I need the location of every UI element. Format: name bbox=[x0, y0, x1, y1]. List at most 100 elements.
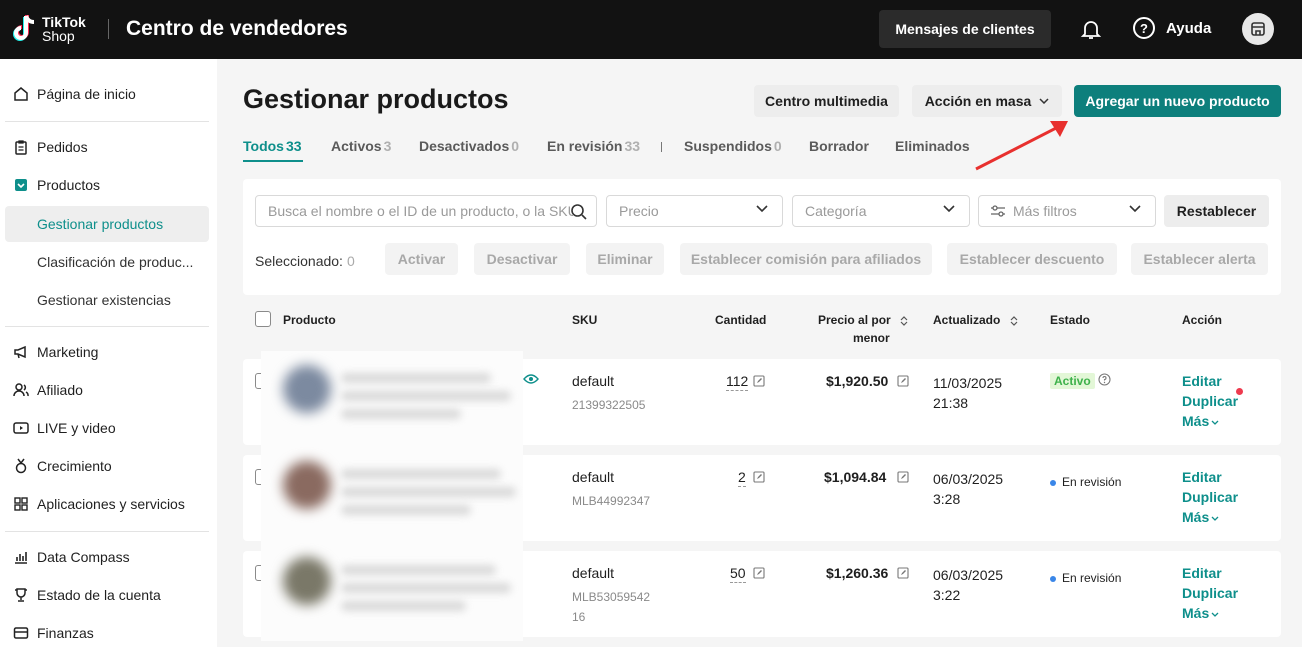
video-icon bbox=[13, 420, 29, 436]
sort-icon bbox=[900, 315, 908, 326]
status-dot bbox=[1050, 576, 1056, 582]
more-actions-link[interactable]: Más bbox=[1182, 509, 1219, 525]
chevron-down-icon bbox=[1129, 205, 1141, 213]
select-all-checkbox[interactable] bbox=[255, 311, 271, 327]
home-icon bbox=[13, 86, 29, 102]
tab-in-review[interactable]: En revisión 33 bbox=[547, 138, 640, 154]
col-retail-price[interactable]: Precio al por menor bbox=[818, 311, 908, 347]
sidebar-item-products[interactable]: Productos bbox=[5, 167, 209, 203]
reset-button[interactable]: Restablecer bbox=[1164, 195, 1269, 227]
delete-button[interactable]: Eliminar bbox=[586, 243, 664, 275]
bulk-action-label: Acción en masa bbox=[924, 93, 1032, 109]
price-filter-select[interactable]: Precio bbox=[606, 195, 783, 227]
sidebar-item-affiliate[interactable]: Afiliado bbox=[5, 372, 209, 408]
megaphone-icon bbox=[13, 344, 29, 360]
sku-name: default bbox=[572, 469, 615, 485]
sidebar-item-orders[interactable]: Pedidos bbox=[5, 129, 209, 165]
blurred-product-info[interactable] bbox=[261, 351, 523, 449]
add-new-product-button[interactable]: Agregar un nuevo producto bbox=[1074, 85, 1281, 117]
customer-messages-button[interactable]: Mensajes de clientes bbox=[879, 10, 1051, 48]
edit-icon[interactable] bbox=[753, 567, 765, 579]
quantity-value[interactable]: 50 bbox=[730, 565, 746, 583]
blurred-product-info[interactable] bbox=[261, 447, 523, 545]
edit-link[interactable]: Editar bbox=[1182, 373, 1222, 389]
more-filters-select[interactable]: Más filtros bbox=[978, 195, 1156, 227]
tab-deleted[interactable]: Eliminados bbox=[895, 138, 970, 154]
sidebar-item-data-compass[interactable]: Data Compass bbox=[5, 539, 209, 575]
filter-sliders-icon bbox=[991, 205, 1005, 217]
tab-active[interactable]: Activos 3 bbox=[331, 138, 391, 154]
blurred-product-info[interactable] bbox=[261, 543, 523, 641]
product-thumbnail bbox=[283, 461, 331, 509]
media-center-button[interactable]: Centro multimedia bbox=[754, 85, 899, 117]
sidebar-item-apps-services[interactable]: Aplicaciones y servicios bbox=[5, 486, 209, 522]
tab-suspended[interactable]: Suspendidos 0 bbox=[684, 138, 782, 154]
chevron-down-icon bbox=[1039, 98, 1049, 104]
edit-link[interactable]: Editar bbox=[1182, 469, 1222, 485]
tab-all[interactable]: Todos 33 bbox=[243, 138, 302, 154]
col-product: Producto bbox=[283, 313, 336, 327]
set-alert-button[interactable]: Establecer alerta bbox=[1131, 243, 1268, 275]
status-text: En revisión bbox=[1062, 475, 1122, 489]
selected-label: Seleccionado: bbox=[255, 253, 343, 269]
tiktok-shop-logo[interactable]: TikTok Shop bbox=[12, 13, 86, 45]
col-updated[interactable]: Actualizado bbox=[933, 313, 1018, 327]
bulk-action-button[interactable]: Acción en masa bbox=[912, 85, 1062, 117]
status-text: En revisión bbox=[1062, 571, 1122, 585]
sidebar-item-label: Pedidos bbox=[37, 139, 88, 155]
category-filter-label: Categoría bbox=[805, 203, 867, 219]
sku-id: 21399322505 bbox=[572, 398, 646, 412]
category-filter-select[interactable]: Categoría bbox=[792, 195, 970, 227]
chevron-down-icon bbox=[1211, 516, 1219, 521]
search-placeholder: Busca el nombre o el ID de un producto, … bbox=[268, 203, 573, 219]
edit-icon[interactable] bbox=[897, 375, 909, 387]
sidebar-item-product-classification[interactable]: Clasificación de produc... bbox=[5, 244, 209, 280]
tab-draft[interactable]: Borrador bbox=[809, 138, 869, 154]
more-actions-link[interactable]: Más bbox=[1182, 605, 1219, 621]
edit-link[interactable]: Editar bbox=[1182, 565, 1222, 581]
sidebar-item-manage-products[interactable]: Gestionar productos bbox=[5, 206, 209, 242]
sidebar-item-account-status[interactable]: Estado de la cuenta bbox=[5, 577, 209, 613]
help-circle-icon[interactable] bbox=[1098, 373, 1111, 386]
sidebar: Página de inicio Pedidos Productos Gesti… bbox=[0, 59, 217, 647]
duplicate-link[interactable]: Duplicar bbox=[1182, 585, 1238, 601]
search-icon bbox=[571, 204, 587, 220]
set-discount-button[interactable]: Establecer descuento bbox=[947, 243, 1117, 275]
sidebar-item-marketing[interactable]: Marketing bbox=[5, 334, 209, 370]
header-divider bbox=[108, 19, 109, 39]
edit-icon[interactable] bbox=[897, 567, 909, 579]
store-avatar[interactable] bbox=[1242, 13, 1274, 45]
duplicate-link[interactable]: Duplicar bbox=[1182, 489, 1238, 505]
eye-icon[interactable] bbox=[523, 373, 539, 385]
edit-icon[interactable] bbox=[897, 471, 909, 483]
tab-deactivated[interactable]: Desactivados 0 bbox=[419, 138, 519, 154]
sidebar-item-label: Marketing bbox=[37, 344, 99, 360]
help-link[interactable]: ? Ayuda bbox=[1133, 17, 1211, 39]
quantity-value[interactable]: 2 bbox=[738, 469, 746, 487]
edit-icon[interactable] bbox=[753, 471, 765, 483]
activate-button[interactable]: Activar bbox=[385, 243, 458, 275]
chevron-down-icon bbox=[943, 205, 955, 213]
logo-line1: TikTok bbox=[42, 14, 86, 30]
logo-line2: Shop bbox=[42, 28, 75, 44]
sidebar-item-home[interactable]: Página de inicio bbox=[5, 76, 209, 112]
quantity-value[interactable]: 112 bbox=[726, 373, 749, 391]
chevron-down-icon bbox=[1211, 612, 1219, 617]
sku-name: default bbox=[572, 373, 615, 389]
store-icon bbox=[1251, 22, 1265, 36]
sidebar-item-live-video[interactable]: LIVE y video bbox=[5, 410, 209, 446]
sidebar-item-finances[interactable]: Finanzas bbox=[5, 615, 209, 647]
sidebar-item-growth[interactable]: Crecimiento bbox=[5, 448, 209, 484]
col-quantity: Cantidad bbox=[715, 313, 767, 327]
duplicate-link[interactable]: Duplicar bbox=[1182, 393, 1238, 409]
more-actions-link[interactable]: Más bbox=[1182, 413, 1219, 429]
updated-datetime: 06/03/2025 3:28 bbox=[933, 471, 1004, 507]
deactivate-button[interactable]: Desactivar bbox=[474, 243, 570, 275]
bell-icon[interactable] bbox=[1080, 18, 1102, 40]
set-affiliate-commission-button[interactable]: Establecer comisión para afiliados bbox=[680, 243, 932, 275]
search-input[interactable]: Busca el nombre o el ID de un producto, … bbox=[255, 195, 597, 227]
sidebar-item-manage-inventory[interactable]: Gestionar existencias bbox=[5, 282, 209, 318]
price-value: $1,920.50 bbox=[826, 373, 889, 389]
chevron-down-icon bbox=[1211, 420, 1219, 425]
edit-icon[interactable] bbox=[753, 375, 765, 387]
